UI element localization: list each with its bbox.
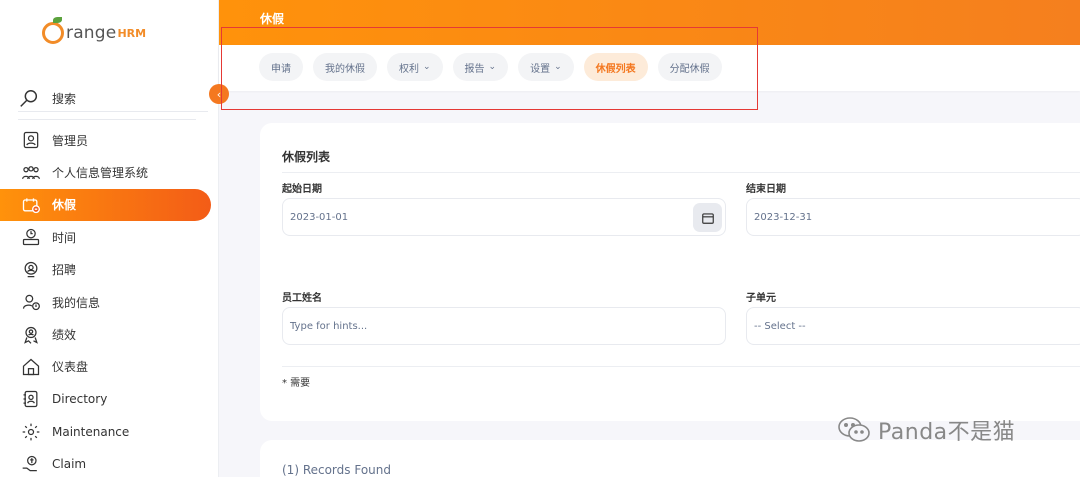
employee-name-input[interactable]: Type for hints... [282, 307, 726, 345]
maintenance-icon [20, 421, 42, 443]
orangehrm-logo[interactable]: range HRM [42, 17, 147, 48]
tab-label: 设置 [530, 63, 551, 75]
logo-hrm-text: HRM [117, 26, 147, 40]
tab-label: 申请 [271, 63, 291, 75]
watermark-text: Panda不是猫 [878, 420, 1016, 445]
sidebar-item-label: 时间 [52, 230, 77, 245]
sub-unit-value: -- Select -- [754, 320, 806, 332]
sidebar-item-label: 管理员 [52, 133, 89, 148]
sidebar-item-admin[interactable]: 管理员 [0, 124, 219, 156]
sidebar-item-claim[interactable]: Claim [0, 448, 219, 477]
recruitment-icon [20, 259, 42, 281]
search-label: 搜索 [52, 92, 77, 106]
employee-name-label: 员工姓名 [282, 293, 322, 304]
leave-icon [20, 194, 42, 216]
sidebar-divider [18, 119, 196, 120]
sidebar-item-label: 仪表盘 [52, 360, 89, 375]
sidebar-item-label: 个人信息管理系统 [52, 166, 149, 181]
chevron-left-icon: ‹ [216, 87, 222, 101]
sidebar-menu: 管理员 个人信息管理系统 休假 时间 招聘 我的信息 绩效 仪表盘 Direct… [0, 124, 219, 477]
leave-list-filter-card: 休假列表 起始日期 2023-01-01 结束日期 2023-12-31 员工姓… [260, 123, 1080, 421]
required-note: * 需要 [282, 378, 311, 389]
sidebar-item-performance[interactable]: 绩效 [0, 318, 219, 350]
divider [282, 172, 1080, 173]
tab-label: 权利 [399, 63, 419, 75]
wechat-icon [838, 417, 870, 442]
orange-logo-icon [42, 17, 64, 44]
records-count: (1) Records Found [282, 463, 391, 477]
tab-my-leave[interactable]: 我的休假 [313, 53, 377, 81]
from-date-value: 2023-01-01 [290, 211, 349, 223]
calendar-icon[interactable] [693, 203, 722, 232]
tab-label: 分配休假 [669, 63, 710, 75]
tab-assign-leave[interactable]: 分配休假 [657, 53, 722, 81]
performance-icon [20, 324, 42, 346]
sidebar-item-pim[interactable]: 个人信息管理系统 [0, 156, 219, 188]
tab-label: 我的休假 [325, 63, 365, 75]
filter-title: 休假列表 [282, 150, 331, 164]
claim-icon [20, 453, 42, 475]
sidebar-item-label: Claim [52, 457, 87, 472]
page-title: 休假 [260, 12, 285, 26]
sidebar-item-my-info[interactable]: 我的信息 [0, 286, 219, 318]
tab-configure[interactable]: 设置 ⌄ [518, 53, 574, 81]
sidebar-item-label: Directory [52, 392, 108, 407]
admin-icon [20, 129, 42, 151]
chevron-down-icon: ⌄ [554, 62, 562, 72]
sub-unit-label: 子单元 [746, 293, 776, 304]
pim-icon [20, 162, 42, 184]
search-icon [20, 89, 38, 107]
time-icon [20, 226, 42, 248]
sidebar: range HRM 搜索 管理员 个人信息管理系统 休假 时间 招聘 我的信息 … [0, 0, 219, 477]
watermark: Panda不是猫 [836, 414, 1015, 446]
sidebar-collapse-button[interactable]: ‹ [209, 84, 229, 104]
sidebar-item-label: 招聘 [52, 263, 77, 278]
sidebar-item-maintenance[interactable]: Maintenance [0, 416, 219, 448]
tab-reports[interactable]: 报告 ⌄ [452, 53, 509, 81]
sub-unit-select[interactable]: -- Select -- [746, 307, 1080, 345]
to-date-label: 结束日期 [746, 184, 786, 195]
sidebar-item-label: 休假 [52, 198, 77, 213]
divider [282, 366, 1080, 367]
tab-label: 报告 [464, 63, 485, 75]
sidebar-search[interactable]: 搜索 [18, 86, 208, 112]
tab-leave-list[interactable]: 休假列表 [583, 53, 648, 81]
logo-text: range [66, 23, 117, 43]
sidebar-item-recruitment[interactable]: 招聘 [0, 254, 219, 286]
employee-name-placeholder: Type for hints... [290, 320, 368, 332]
tab-entitlements[interactable]: 权利 ⌄ [387, 53, 443, 81]
chevron-down-icon: ⌄ [488, 62, 497, 72]
directory-icon [20, 388, 42, 410]
tab-label: 休假列表 [595, 63, 636, 75]
from-date-field[interactable]: 2023-01-01 [282, 198, 726, 236]
module-tabbar: 申请 我的休假 权利 ⌄ 报告 ⌄ 设置 ⌄ 休假列表 分配休假 [219, 45, 1080, 91]
sidebar-item-directory[interactable]: Directory [0, 383, 219, 415]
tab-apply[interactable]: 申请 [259, 53, 303, 81]
sidebar-item-label: 我的信息 [52, 295, 101, 310]
sidebar-item-label: 绩效 [52, 328, 77, 343]
dashboard-icon [20, 356, 42, 378]
top-header: 休假 [219, 0, 1080, 45]
my-info-icon [20, 291, 42, 313]
to-date-value: 2023-12-31 [754, 211, 813, 223]
from-date-label: 起始日期 [282, 184, 322, 195]
sidebar-item-leave[interactable]: 休假 [0, 188, 211, 222]
chevron-down-icon: ⌄ [423, 62, 431, 72]
sidebar-item-time[interactable]: 时间 [0, 221, 219, 253]
to-date-field[interactable]: 2023-12-31 [746, 198, 1080, 236]
sidebar-item-label: Maintenance [52, 424, 130, 439]
sidebar-item-dashboard[interactable]: 仪表盘 [0, 351, 219, 383]
